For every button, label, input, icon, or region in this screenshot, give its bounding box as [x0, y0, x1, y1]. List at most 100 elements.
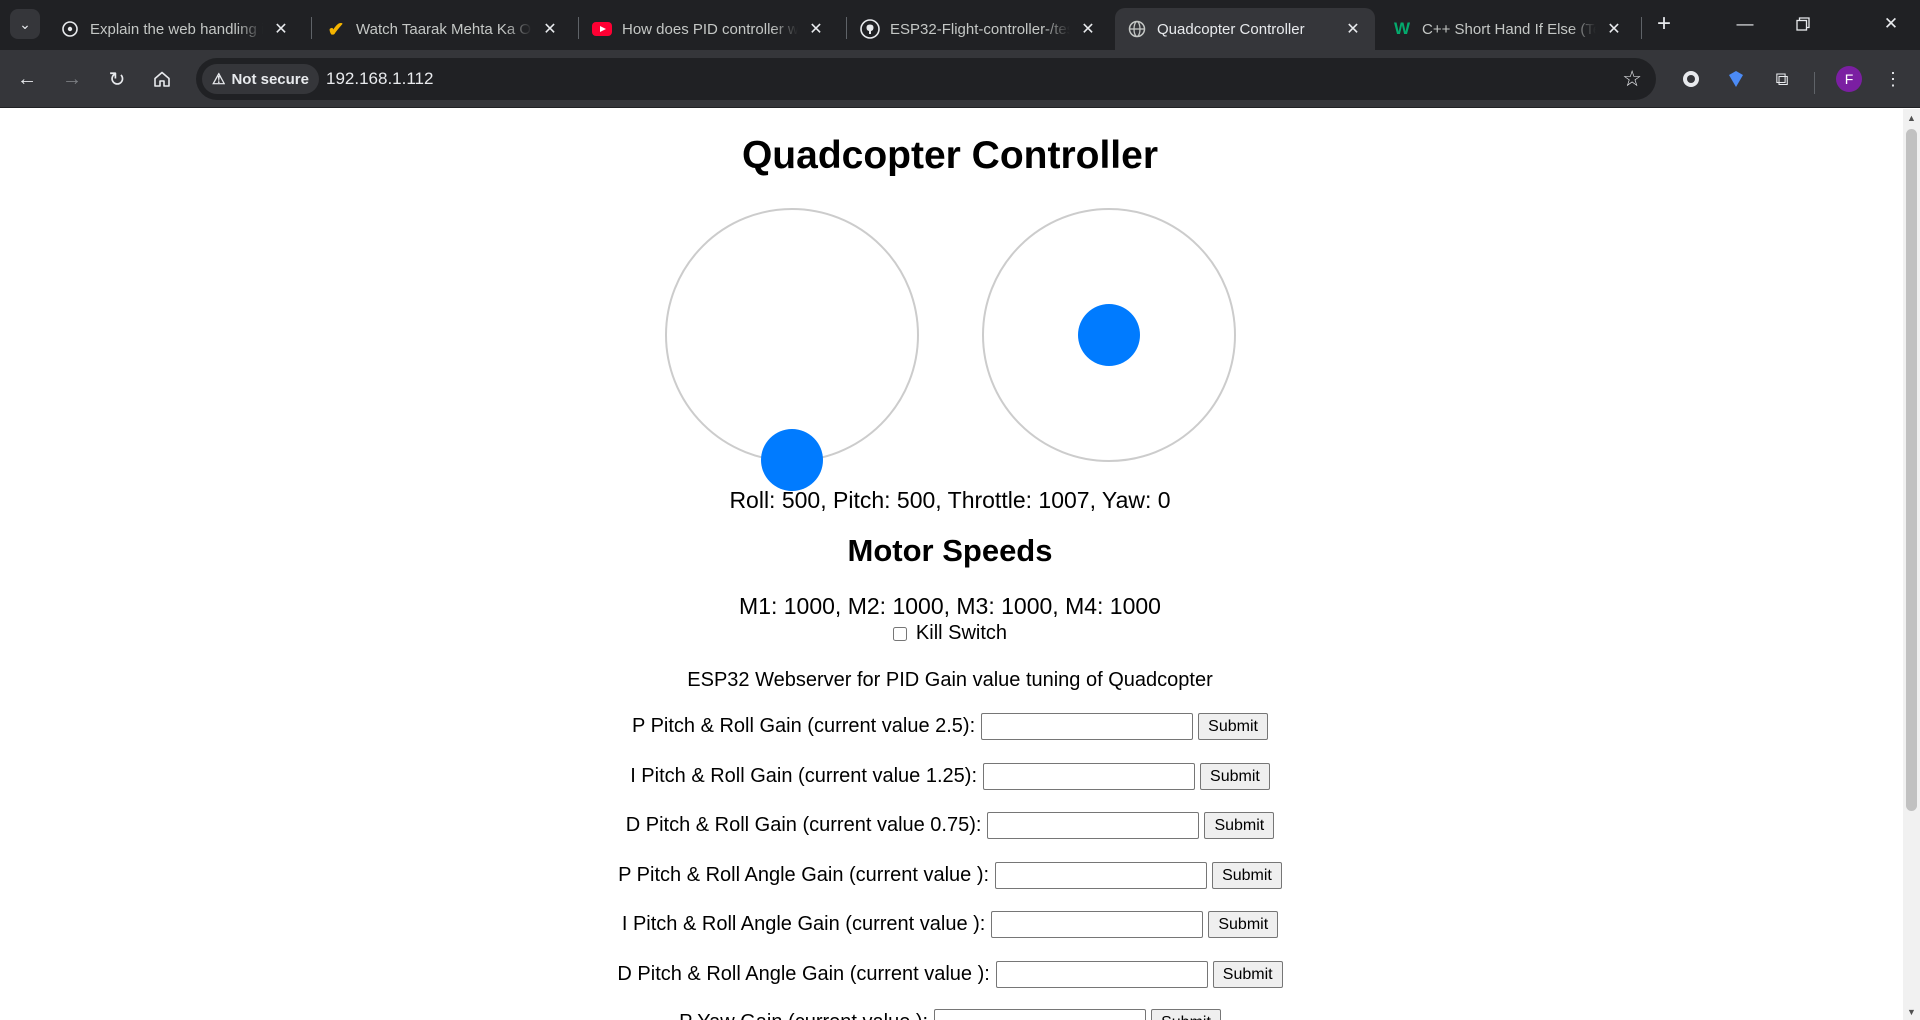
security-chip[interactable]: ⚠ Not secure — [202, 64, 319, 94]
check-mark-icon: ✔ — [327, 18, 345, 41]
submit-button[interactable]: Submit — [1212, 862, 1282, 889]
gain-input[interactable] — [983, 763, 1196, 790]
chevron-down-icon: ⌄ — [19, 15, 31, 32]
scroll-up-arrow-icon[interactable]: ▲ — [1903, 109, 1920, 126]
toolbar-divider — [1814, 72, 1815, 94]
tab-quadcopter-controller[interactable]: Quadcopter Controller ✕ — [1115, 8, 1375, 50]
bookmark-star-icon[interactable]: ☆ — [1622, 66, 1642, 92]
page-scrollbar[interactable]: ▲ ▼ — [1903, 109, 1920, 1020]
tab-divider — [1641, 17, 1642, 39]
globe-icon — [1127, 19, 1147, 39]
kill-switch-checkbox[interactable] — [892, 626, 907, 641]
address-bar[interactable]: ⚠ Not secure 192.168.1.112 ☆ — [196, 58, 1656, 100]
forward-button[interactable]: → — [56, 63, 88, 95]
close-window-button[interactable]: ✕ — [1862, 0, 1920, 48]
new-tab-button[interactable]: + — [1650, 10, 1678, 38]
extension-button[interactable] — [1721, 64, 1751, 94]
gain-input[interactable] — [987, 812, 1200, 839]
extension-button[interactable] — [1676, 64, 1706, 94]
gain-row-d-angle: D Pitch & Roll Angle Gain (current value… — [0, 961, 1900, 988]
more-vertical-icon: ⋮ — [1884, 68, 1902, 89]
submit-button[interactable]: Submit — [1208, 911, 1279, 938]
left-joystick[interactable] — [665, 208, 919, 491]
motor-speeds-heading: Motor Speeds — [847, 533, 1053, 568]
gain-label: P Yaw Gain (current value ): — [679, 1011, 928, 1020]
submit-button[interactable]: Submit — [1151, 1009, 1221, 1020]
kill-switch[interactable]: Kill Switch — [0, 622, 1900, 645]
back-button[interactable]: ← — [11, 63, 43, 95]
submit-button[interactable]: Submit — [1212, 961, 1283, 988]
gain-row-i-angle: I Pitch & Roll Angle Gain (current value… — [0, 911, 1900, 938]
tab-search-button[interactable]: ⌄ — [10, 9, 40, 39]
gain-input[interactable] — [981, 713, 1194, 740]
right-joystick[interactable] — [982, 208, 1236, 462]
submit-button[interactable]: Submit — [1200, 763, 1270, 790]
arrow-right-icon: → — [62, 67, 82, 90]
tab-divider — [311, 17, 312, 39]
tab-title: Quadcopter Controller — [1157, 20, 1305, 38]
gain-label: I Pitch & Roll Gain (current value 1.25)… — [630, 765, 978, 787]
minimize-button[interactable]: — — [1716, 0, 1774, 48]
reload-icon: ↻ — [108, 68, 126, 91]
close-icon[interactable]: ✕ — [271, 19, 291, 39]
control-readout: Roll: 500, Pitch: 500, Throttle: 1007, Y… — [729, 487, 1171, 513]
page-viewport: Quadcopter Controller Roll: 500, Pitch: … — [0, 109, 1903, 1020]
tab-explain-web[interactable]: Explain the web handling in ✕ — [48, 8, 303, 50]
minimize-icon: — — [1736, 14, 1754, 33]
tab-cpp-shorthand[interactable]: W C++ Short Hand If Else (Ternary) ✕ — [1380, 8, 1636, 50]
scrollbar-thumb[interactable] — [1906, 129, 1917, 811]
page-title: Quadcopter Controller — [741, 134, 1159, 177]
close-icon[interactable]: ✕ — [540, 19, 560, 39]
gain-row-p-angle: P Pitch & Roll Angle Gain (current value… — [0, 862, 1900, 889]
gain-input[interactable] — [995, 862, 1208, 889]
close-icon: ✕ — [1883, 14, 1899, 33]
submit-button[interactable]: Submit — [1198, 713, 1268, 740]
arrow-left-icon: ← — [17, 67, 37, 90]
github-icon — [860, 19, 880, 39]
gain-label: P Pitch & Roll Angle Gain (current value… — [618, 864, 990, 886]
tab-taarak-mehta[interactable]: ✔ Watch Taarak Mehta Ka Ooltah Chashmah … — [314, 8, 572, 50]
gain-label: I Pitch & Roll Angle Gain (current value… — [621, 913, 986, 935]
ai-chat-icon — [60, 19, 80, 39]
tab-title: C++ Short Hand If Else (Ternary) — [1422, 20, 1596, 38]
close-icon[interactable]: ✕ — [1078, 19, 1098, 39]
puzzle-icon: ⧉ — [1775, 68, 1789, 89]
tab-title: ESP32-Flight-controller-/test — [890, 20, 1070, 38]
tab-title: Watch Taarak Mehta Ka Ooltah Chashmah — [356, 20, 532, 38]
pid-tuning-subtitle: ESP32 Webserver for PID Gain value tunin… — [687, 669, 1213, 691]
shield-extension-icon — [1729, 71, 1743, 87]
scroll-down-arrow-icon[interactable]: ▼ — [1903, 1003, 1920, 1020]
right-joystick-knob[interactable] — [1078, 304, 1140, 366]
close-icon[interactable]: ✕ — [1343, 19, 1363, 39]
gain-input[interactable] — [991, 911, 1204, 938]
tab-pid-video[interactable]: How does PID controller work ✕ — [580, 8, 838, 50]
tab-strip: ⌄ Explain the web handling in ✕ ✔ Watch … — [0, 0, 1920, 50]
youtube-icon — [592, 19, 612, 39]
gain-row-d-pitch-roll: D Pitch & Roll Gain (current value 0.75)… — [0, 812, 1900, 839]
gain-input[interactable] — [995, 961, 1208, 988]
url-text[interactable]: 192.168.1.112 — [326, 69, 433, 89]
gain-label: D Pitch & Roll Gain (current value 0.75)… — [625, 814, 982, 836]
gain-row-p-yaw: P Yaw Gain (current value ): Submit — [0, 1009, 1900, 1020]
gain-input[interactable] — [934, 1009, 1147, 1020]
reload-button[interactable]: ↻ — [101, 63, 133, 95]
submit-button[interactable]: Submit — [1204, 812, 1275, 839]
restore-button[interactable] — [1774, 0, 1832, 48]
extensions-menu-button[interactable]: ⧉ — [1767, 64, 1797, 94]
w3schools-icon: W — [1393, 19, 1411, 38]
close-icon[interactable]: ✕ — [806, 19, 826, 39]
left-joystick-knob[interactable] — [761, 429, 823, 491]
motor-speeds-values: M1: 1000, M2: 1000, M3: 1000, M4: 1000 — [739, 593, 1161, 619]
tab-github[interactable]: ESP32-Flight-controller-/test ✕ — [848, 8, 1110, 50]
close-icon[interactable]: ✕ — [1604, 19, 1624, 39]
gain-label: P Pitch & Roll Gain (current value 2.5): — [632, 715, 976, 737]
profile-avatar[interactable]: F — [1836, 66, 1862, 92]
tab-title: Explain the web handling in — [90, 20, 263, 38]
home-button[interactable] — [146, 63, 178, 95]
tab-divider — [578, 17, 579, 39]
chrome-menu-button[interactable]: ⋮ — [1878, 64, 1908, 94]
security-label: Not secure — [231, 70, 309, 88]
restore-icon — [1796, 17, 1810, 31]
gain-label: D Pitch & Roll Angle Gain (current value… — [617, 963, 990, 985]
kill-switch-label: Kill Switch — [915, 622, 1008, 644]
